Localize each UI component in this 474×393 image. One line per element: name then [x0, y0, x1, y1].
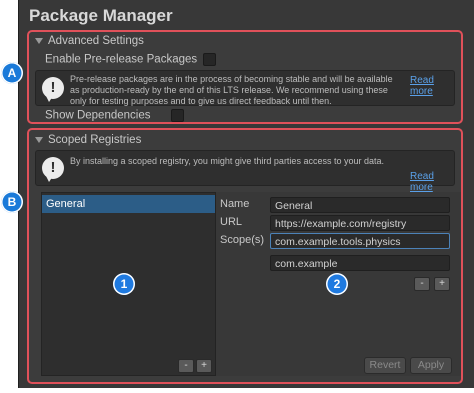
scoped-helpbox: ! By installing a scoped registry, you m… [35, 150, 455, 193]
foldout-arrow-icon [35, 37, 43, 44]
registry-list-item[interactable]: General [42, 195, 216, 213]
scoped-registries-header: Scoped Registries [48, 134, 142, 146]
callout-2-badge: 2 [326, 273, 348, 295]
revert-button[interactable]: Revert [364, 357, 406, 374]
help-info-icon: ! [42, 77, 64, 102]
advanced-settings-header: Advanced Settings [48, 35, 144, 47]
prerelease-label: Enable Pre-release Packages [45, 53, 198, 66]
help-info-icon: ! [42, 157, 64, 182]
name-field[interactable]: General [270, 197, 450, 213]
callout-b-badge: B [1, 191, 23, 213]
scoped-registries-foldout[interactable]: Scoped Registries [35, 134, 141, 146]
scope-field[interactable]: com.example.tools.physics [270, 233, 450, 249]
registry-list-item-label: General [46, 198, 86, 210]
foldout-arrow-icon [35, 136, 43, 143]
prerelease-checkbox[interactable] [203, 53, 217, 66]
add-registry-button[interactable]: + [196, 359, 212, 373]
apply-button[interactable]: Apply [410, 357, 452, 374]
window-title: Package Manager [29, 6, 173, 25]
advanced-settings-section: Advanced Settings Enable Pre-release Pac… [27, 30, 463, 124]
scoped-read-more-link[interactable]: Read more [410, 171, 454, 193]
callout-1-badge: 1 [113, 273, 135, 295]
scoped-help-text: By installing a scoped registry, you mig… [70, 156, 384, 166]
name-label: Name [220, 198, 250, 210]
show-deps-checkbox[interactable] [170, 109, 184, 122]
scopes-label: Scope(s) [220, 234, 265, 246]
prerelease-help-text: Pre-release packages are in the process … [70, 74, 393, 106]
prerelease-toggle-row: Enable Pre-release Packages [45, 53, 217, 66]
remove-registry-button[interactable]: - [178, 359, 194, 373]
scope-field[interactable]: com.example [270, 255, 450, 271]
show-deps-toggle-row: Show Dependencies [45, 109, 184, 122]
scoped-registries-section: Scoped Registries ! By installing a scop… [27, 128, 463, 384]
advanced-settings-foldout[interactable]: Advanced Settings [35, 35, 144, 47]
add-scope-button[interactable]: + [434, 277, 450, 291]
remove-scope-button[interactable]: - [414, 277, 430, 291]
prerelease-read-more-link[interactable]: Read more [410, 75, 454, 97]
url-field[interactable]: https://example.com/registry [270, 215, 450, 231]
show-deps-label: Show Dependencies [45, 109, 151, 122]
url-label: URL [220, 216, 243, 228]
package-manager-window: Package Manager Advanced Settings Enable… [18, 0, 474, 388]
callout-a-badge: A [1, 62, 23, 84]
prerelease-helpbox: ! Pre-release packages are in the proces… [35, 70, 455, 106]
